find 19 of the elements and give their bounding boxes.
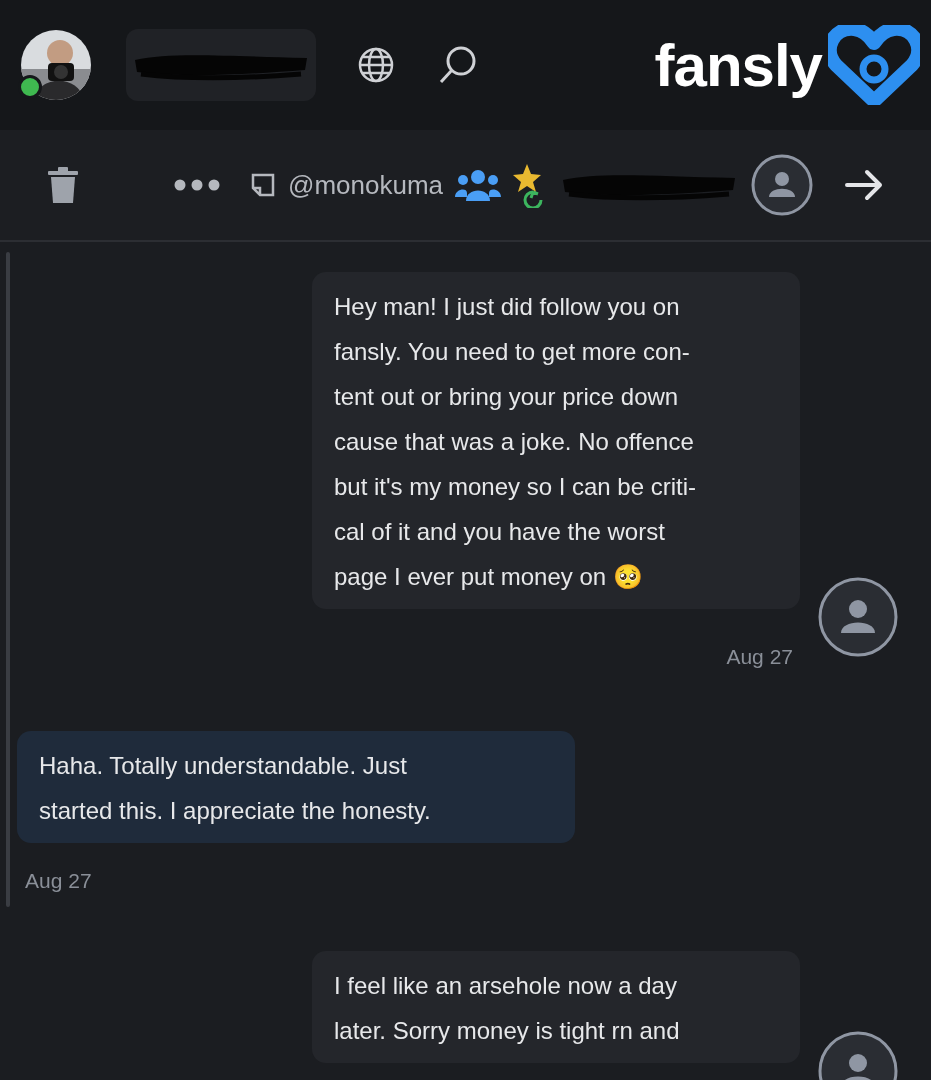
search-icon[interactable] (438, 45, 478, 85)
globe-icon[interactable] (358, 47, 394, 83)
avatar-icon[interactable] (751, 154, 813, 216)
note-icon[interactable] (250, 172, 276, 198)
message-bubble: Hey man! I just did follow you on fansly. You need to get more con- tent out or bring your price down cause that was a joke. No offence but it's my money so I can be criti- cal of it and you have the worst page I ever put money on 🥺 (312, 272, 800, 609)
message-date: Aug 27 (725, 645, 793, 669)
more-icon[interactable] (174, 179, 220, 191)
back-arrow-icon[interactable] (845, 169, 883, 201)
message-bubble: Haha. Totally understandable. Just started this. I appreciate the honesty. (17, 731, 575, 843)
message-date: Aug 27 (25, 869, 93, 893)
heart-logo-icon (828, 25, 920, 105)
balance-field[interactable] (126, 29, 316, 101)
username[interactable]: @monokuma (288, 169, 443, 201)
scrollbar[interactable] (6, 252, 10, 907)
avatar-icon[interactable] (818, 577, 898, 657)
group-icon[interactable] (455, 169, 501, 201)
message-bubble: I feel like an arsehole now a day later. Sorry money is tight rn and (312, 951, 800, 1063)
trash-icon[interactable] (48, 167, 78, 203)
logo-text[interactable]: fansly (654, 30, 822, 100)
